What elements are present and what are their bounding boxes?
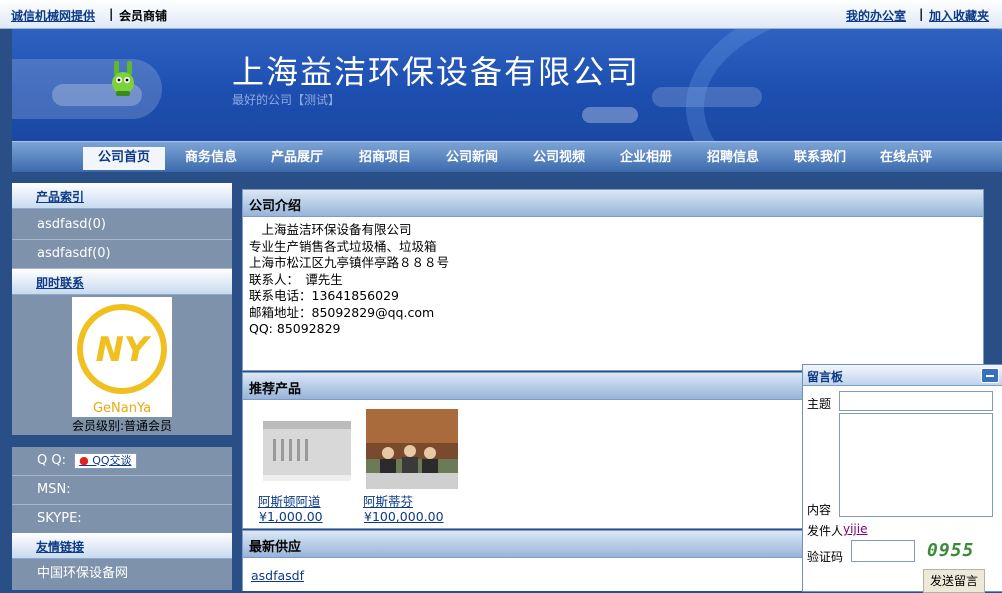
top-bar: 诚信机械网提供 | 会员商铺 我的办公室 | 加入收藏夹 xyxy=(0,0,1002,29)
msn-label: MSN: xyxy=(37,482,71,497)
company-name: 上海益洁环保设备有限公司 xyxy=(232,53,641,91)
product-image[interactable] xyxy=(366,409,458,489)
supply-title: 最新供应 xyxy=(249,540,302,555)
qq-label: Q Q: xyxy=(37,453,66,468)
product-price[interactable]: ¥100,000.00 xyxy=(364,509,444,524)
product-item-label: asdfasd(0) xyxy=(37,217,106,232)
intro-line: 联系电话：13641856029 xyxy=(249,288,399,303)
skype-row: SKYPE: xyxy=(12,505,232,534)
minimize-icon[interactable] xyxy=(981,368,999,383)
nav-business[interactable]: 商务信息 xyxy=(181,147,241,169)
sidebar-item-product[interactable]: asdfasdf(0) xyxy=(12,240,232,269)
contact-header: 即时联系 xyxy=(12,269,232,295)
svg-text:NY: NY xyxy=(95,330,151,370)
captcha-image: 0955 xyxy=(923,540,979,562)
subject-input[interactable] xyxy=(839,391,993,411)
separator: | xyxy=(109,7,114,21)
member-shop-label: 会员商铺 xyxy=(119,9,168,23)
banner: 上海益洁环保设备有限公司 最好的公司【测试】 xyxy=(12,29,1002,141)
intro-title: 公司介绍 xyxy=(249,199,302,214)
board-title: 留言板 xyxy=(807,370,844,384)
links-header: 友情链接 xyxy=(12,533,232,559)
recommend-title: 推荐产品 xyxy=(249,382,302,397)
intro-line: 联系人： 谭先生 xyxy=(249,271,343,287)
intro-panel: 公司介绍 上海益洁环保设备有限公司 专业生产销售各式垃圾桶、垃圾箱 上海市松江区… xyxy=(242,189,984,371)
intro-line: 上海市松江区九亭镇伴亭路８８８号 xyxy=(249,255,450,270)
content-textarea[interactable] xyxy=(839,413,993,517)
links-title[interactable]: 友情链接 xyxy=(36,538,84,555)
provider-link[interactable]: 诚信机械网提供 xyxy=(11,7,95,24)
sidebar-item-link[interactable]: 中国环保设备网 xyxy=(12,560,232,588)
member-logo: NY GeNanYa xyxy=(72,297,172,417)
supply-item-link[interactable]: asdfasdf xyxy=(251,568,304,583)
product-price[interactable]: ¥1,000.00 xyxy=(259,509,323,524)
nav-jobs[interactable]: 招聘信息 xyxy=(703,147,763,169)
logo-text: GeNanYa xyxy=(93,401,151,416)
nav-album[interactable]: 企业相册 xyxy=(616,147,676,169)
message-board: 留言板 主题 内容 发件人 yijie 验证码 0955 发送留言 xyxy=(802,364,1002,593)
sidebar-item-product[interactable]: asdfasd(0) xyxy=(12,211,232,240)
intro-line: 上海益洁环保设备有限公司 xyxy=(249,222,412,237)
nav-video[interactable]: 公司视频 xyxy=(529,147,589,169)
friend-link: 中国环保设备网 xyxy=(37,566,129,581)
main-nav: 公司首页 商务信息 产品展厅 招商项目 公司新闻 公司视频 企业相册 招聘信息 … xyxy=(12,141,1002,172)
intro-line: QQ: 85092829 xyxy=(249,321,341,336)
captcha-label: 验证码 xyxy=(807,550,844,564)
skype-label: SKYPE: xyxy=(37,511,82,526)
qq-chat-button[interactable]: ● QQ交谈 xyxy=(74,452,137,469)
add-favorite-link[interactable]: 加入收藏夹 xyxy=(929,7,989,24)
product-name-link[interactable]: 阿斯顿阿道 xyxy=(258,491,321,510)
product-index-title[interactable]: 产品索引 xyxy=(36,188,84,205)
qq-row: Q Q: ● QQ交谈 xyxy=(12,447,232,476)
subject-label: 主题 xyxy=(807,397,832,411)
sender-name-link[interactable]: yijie xyxy=(843,522,868,536)
nav-products[interactable]: 产品展厅 xyxy=(267,147,327,169)
intro-line: 专业生产销售各式垃圾桶、垃圾箱 xyxy=(249,238,437,254)
nav-contact[interactable]: 联系我们 xyxy=(790,147,850,169)
contact-title[interactable]: 即时联系 xyxy=(36,274,84,291)
product-image[interactable] xyxy=(261,411,353,491)
intro-header: 公司介绍 xyxy=(243,190,983,217)
intro-content: 上海益洁环保设备有限公司 专业生产销售各式垃圾桶、垃圾箱 上海市松江区九亭镇伴亭… xyxy=(249,222,449,338)
intro-line: 邮箱地址：85092829@qq.com xyxy=(249,304,435,320)
board-header: 留言板 xyxy=(803,365,1002,386)
product-index-header: 产品索引 xyxy=(12,183,232,209)
qq-penguin-icon: ● xyxy=(79,453,89,467)
company-slogan: 最好的公司【测试】 xyxy=(232,93,341,107)
nav-investment[interactable]: 招商项目 xyxy=(355,147,415,169)
genanya-logo-icon: NY GeNanYa xyxy=(77,304,167,416)
my-office-link[interactable]: 我的办公室 xyxy=(846,7,906,24)
nav-review[interactable]: 在线点评 xyxy=(876,147,936,169)
send-message-button[interactable]: 发送留言 xyxy=(923,569,985,593)
captcha-input[interactable] xyxy=(851,540,915,562)
product-name-link[interactable]: 阿斯蒂芬 xyxy=(363,491,413,510)
sidebar: 产品索引 asdfasd(0) asdfasdf(0) 即时联系 NY GeNa… xyxy=(12,183,232,590)
sender-label: 发件人 xyxy=(807,524,844,538)
nav-news[interactable]: 公司新闻 xyxy=(442,147,502,169)
content-label: 内容 xyxy=(807,503,832,517)
nav-home[interactable]: 公司首页 xyxy=(83,147,166,170)
member-level: 会员级别:普通会员 xyxy=(71,419,173,433)
product-item-label: asdfasdf(0) xyxy=(37,246,111,261)
msn-row: MSN: xyxy=(12,476,232,505)
separator: | xyxy=(919,7,924,21)
mascot-logo-icon xyxy=(112,61,134,96)
